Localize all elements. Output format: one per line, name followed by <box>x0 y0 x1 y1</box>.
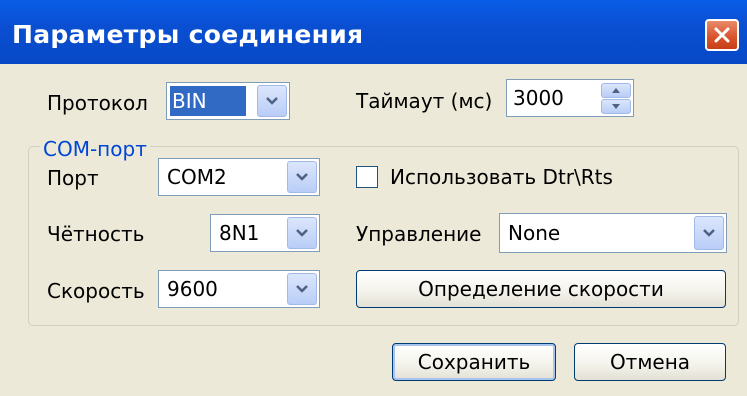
parity-select[interactable]: 8N1 <box>210 214 320 252</box>
protocol-value: BIN <box>170 86 246 116</box>
timeout-label: Таймаут (мс) <box>356 89 493 113</box>
dtr-rts-checkbox[interactable] <box>356 166 378 188</box>
speed-select[interactable]: 9600 <box>158 270 320 308</box>
chevron-down-icon <box>296 285 308 293</box>
chevron-down-icon <box>703 229 715 237</box>
parity-dropdown-button[interactable] <box>287 217 317 249</box>
spin-down-button[interactable] <box>601 98 631 114</box>
timeout-spinbox[interactable]: 3000 <box>506 79 634 117</box>
window-title: Параметры соединения <box>12 20 364 49</box>
close-button[interactable] <box>705 19 739 51</box>
speed-value: 9600 <box>167 277 218 301</box>
chevron-down-icon <box>296 229 308 237</box>
port-label: Порт <box>47 166 99 190</box>
control-select[interactable]: None <box>499 213 727 253</box>
chevron-down-icon <box>612 103 620 109</box>
spin-up-button[interactable] <box>601 82 631 98</box>
dtr-rts-label[interactable]: Использовать Dtr\Rts <box>390 165 613 189</box>
close-icon <box>714 27 730 43</box>
chevron-down-icon <box>266 97 278 105</box>
connection-settings-dialog: Параметры соединения Протокол BIN Таймау… <box>0 0 747 396</box>
com-port-group-title: COM-порт <box>40 139 150 159</box>
control-dropdown-button[interactable] <box>694 216 724 250</box>
speed-dropdown-button[interactable] <box>287 273 317 305</box>
detect-speed-button[interactable]: Определение скорости <box>356 270 726 308</box>
protocol-dropdown-button[interactable] <box>257 85 287 117</box>
cancel-button[interactable]: Отмена <box>574 343 726 381</box>
speed-label: Скорость <box>47 279 145 303</box>
protocol-select[interactable]: BIN <box>166 82 290 120</box>
chevron-up-icon <box>612 87 620 93</box>
timeout-value: 3000 <box>513 86 564 110</box>
control-label: Управление <box>356 222 482 246</box>
save-button[interactable]: Сохранить <box>392 343 556 381</box>
parity-label: Чётность <box>47 222 145 246</box>
timeout-spinner[interactable] <box>601 82 631 114</box>
protocol-label: Протокол <box>47 91 148 115</box>
port-select[interactable]: COM2 <box>158 158 320 196</box>
control-value: None <box>508 221 561 245</box>
port-dropdown-button[interactable] <box>287 161 317 193</box>
port-value: COM2 <box>167 165 227 189</box>
chevron-down-icon <box>296 173 308 181</box>
parity-value: 8N1 <box>219 221 260 245</box>
title-bar[interactable]: Параметры соединения <box>0 0 747 64</box>
